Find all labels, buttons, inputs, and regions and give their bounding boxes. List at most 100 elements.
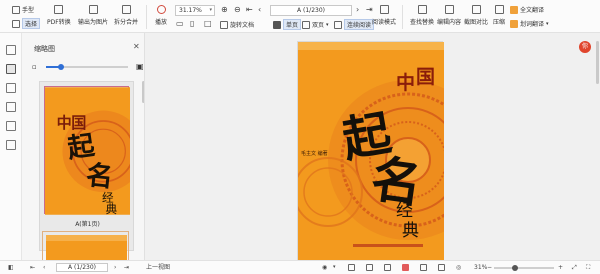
double-page-view-icon[interactable] [384, 264, 391, 271]
screenshot-compare-label: 截图对比 [464, 19, 489, 26]
continuous-view-icon[interactable] [366, 264, 373, 271]
single-page-label: 单页 [283, 19, 302, 30]
double-page-label: 双页 [312, 22, 325, 29]
fit-page-icon[interactable]: ⤢ [572, 263, 577, 272]
svg-text:中: 中 [57, 114, 72, 132]
toolbar-divider [402, 5, 403, 29]
svg-text:名: 名 [85, 159, 115, 194]
chevron-down-icon[interactable]: ▾ [333, 263, 336, 272]
continuous-read-button[interactable]: 连续阅读 [334, 19, 375, 30]
fullscreen-icon[interactable]: ⛶ [586, 263, 590, 272]
screenshot-icon [471, 5, 481, 14]
slider-handle[interactable] [58, 64, 64, 70]
compress-icon [494, 5, 504, 14]
prev-page-icon[interactable]: ‹ [43, 263, 45, 272]
avatar-text: 你 [581, 43, 588, 50]
full-translate-button[interactable]: 全文翻译 [510, 5, 544, 14]
last-page-icon[interactable]: ⇥ [124, 263, 129, 272]
page-thumbnail-2[interactable] [42, 231, 129, 260]
pdf-convert-icon [54, 5, 64, 14]
continuous-read-icon [334, 20, 342, 29]
rotate-doc-label: 旋转文档 [230, 22, 255, 29]
thumbnail-size-slider[interactable]: ▫ ▣ [32, 62, 144, 72]
eye-icon[interactable]: ◎ [456, 263, 461, 272]
find-replace-label: 查找替换 [410, 19, 435, 26]
attachment-icon[interactable] [6, 102, 16, 112]
eye-icon[interactable]: ◉ [322, 263, 327, 272]
fit-page-icon[interactable]: ▯ [190, 20, 194, 28]
zoom-out-icon[interactable]: ⊖ [234, 6, 241, 14]
select-tool-button[interactable]: 选择 [12, 18, 41, 29]
chevron-down-icon: ▾ [209, 7, 212, 13]
read-mode-button[interactable]: 阅读模式 [372, 5, 396, 26]
zoom-slider[interactable] [494, 265, 554, 271]
svg-text:典: 典 [106, 202, 118, 215]
large-image-icon: ▣ [136, 62, 144, 71]
document-scrollbar[interactable] [596, 41, 599, 84]
fit-width-icon[interactable]: ▭ [176, 20, 184, 28]
export-image-button[interactable]: 输出为图片 [78, 5, 108, 26]
zoom-percentage: 31% [474, 264, 488, 271]
single-page-button[interactable]: 单页 [273, 19, 302, 30]
page-thumbnail: 中 国 起 名 经 典 [44, 86, 144, 216]
word-translate-button[interactable]: 划词翻译 ▾ [510, 19, 549, 28]
zoom-out-icon[interactable]: − [487, 263, 492, 272]
word-translate-label: 划词翻译 [520, 21, 545, 28]
single-page-view-icon[interactable] [348, 264, 355, 271]
read-mode-icon [379, 5, 389, 14]
page-indicator-text: A (1/230) [297, 7, 325, 14]
fit-width-icon[interactable] [438, 264, 445, 271]
fullscreen-icon[interactable] [420, 264, 427, 271]
thumbnail-label: A(第1页) [75, 221, 100, 228]
svg-text:国: 国 [71, 114, 86, 132]
pdf-convert-button[interactable]: PDF转换 [47, 5, 71, 26]
thumbnail-icon[interactable] [6, 64, 16, 74]
play-icon[interactable] [402, 264, 409, 271]
prev-page-icon[interactable]: ‹ [258, 6, 261, 14]
pdf-reader-window: 手型 选择 PDF转换 输出为图片 拆分合并 播放 31.17% ▾ ⊕ ⊖ ▭… [0, 0, 600, 274]
first-page-icon[interactable]: ⇤ [30, 263, 35, 272]
zoom-in-icon[interactable]: + [558, 263, 563, 272]
search-icon[interactable] [6, 83, 16, 93]
layers-icon[interactable] [6, 140, 16, 150]
compress-button[interactable]: 压缩 [493, 5, 505, 26]
export-image-label: 输出为图片 [78, 19, 109, 26]
edit-content-button[interactable]: 编辑内容 [437, 5, 461, 26]
hand-tool-button[interactable]: 手型 [12, 5, 34, 14]
zoom-slider-handle[interactable] [512, 265, 518, 271]
book-cover: 中 国 起 名 经 典 毛主文 编著 [298, 42, 444, 260]
thumbnail-card[interactable]: 中 国 起 名 经 典 A(第1页) [39, 81, 144, 251]
avatar[interactable]: 你 [579, 41, 591, 53]
previous-view-link[interactable]: 上一视图 [146, 263, 170, 272]
split-merge-button[interactable]: 拆分合并 [114, 5, 138, 26]
double-page-button[interactable]: 双页 ▾ [302, 20, 329, 29]
status-bar: ◧ ⇤ ‹ A (1/230) › ⇥ 上一视图 ◉ ▾ ◎ 31% − + ⤢… [0, 260, 600, 274]
zoom-in-icon[interactable]: ⊕ [221, 6, 228, 14]
sidebar-toggle-icon[interactable]: ◧ [8, 263, 14, 272]
annotation-icon[interactable] [6, 121, 16, 131]
play-button[interactable]: 播放 [155, 5, 167, 26]
page-number-text: A (1/230) [68, 264, 96, 271]
close-icon[interactable]: ✕ [133, 42, 140, 51]
hand-icon [12, 5, 20, 14]
slider-track [46, 64, 128, 70]
next-page-icon[interactable]: › [356, 6, 359, 14]
double-page-icon [302, 20, 310, 29]
find-replace-button[interactable]: 查找替换 [410, 5, 434, 26]
pdf-convert-label: PDF转换 [47, 19, 71, 26]
edit-content-icon [444, 5, 454, 14]
rotate-doc-button[interactable]: 旋转文档 [220, 20, 254, 29]
page-number-input[interactable]: A (1/230) [56, 263, 108, 272]
cover-title-char: 典 [402, 221, 419, 241]
next-page-icon[interactable]: › [114, 263, 116, 272]
screenshot-compare-button[interactable]: 截图对比 [464, 5, 488, 26]
small-image-icon: ▫ [32, 63, 37, 71]
toolbar: 手型 选择 PDF转换 输出为图片 拆分合并 播放 31.17% ▾ ⊕ ⊖ ▭… [0, 0, 600, 33]
chevron-down-icon: ▾ [546, 20, 549, 27]
bookmark-icon[interactable] [6, 45, 16, 55]
page-indicator-input[interactable]: A (1/230) [270, 5, 352, 16]
select-tool-label: 选择 [22, 18, 41, 29]
actual-size-icon[interactable]: □ [204, 20, 212, 28]
zoom-select[interactable]: 31.17% ▾ [175, 5, 215, 16]
first-page-icon[interactable]: ⇤ [246, 6, 253, 14]
